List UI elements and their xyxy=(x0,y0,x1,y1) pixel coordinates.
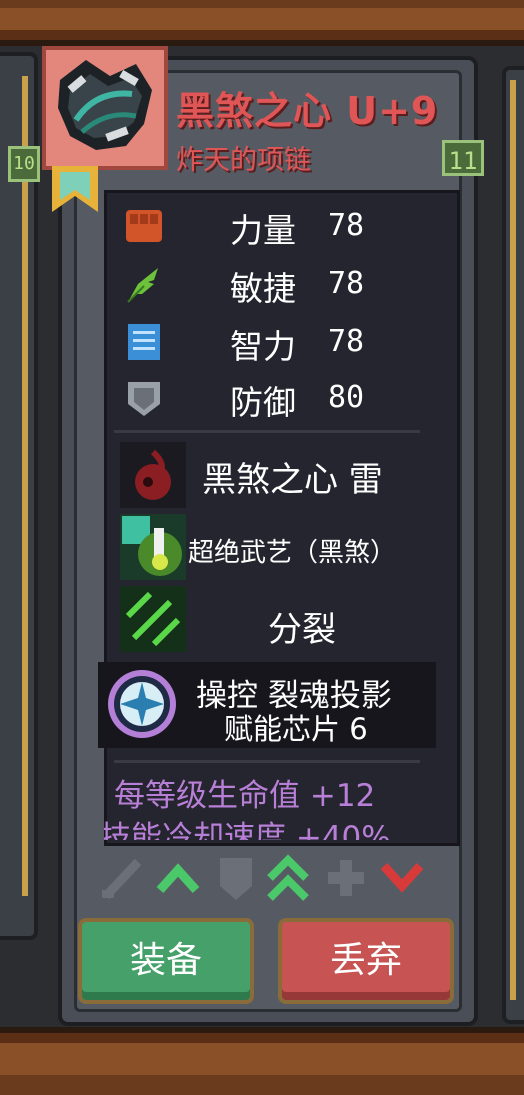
defense-shield-icon xyxy=(128,382,160,416)
divider-stats xyxy=(114,430,420,433)
intelligence-book-icon xyxy=(128,324,160,360)
stat-label-defense: 防御 xyxy=(230,383,296,422)
item-subtitle: 炸天的项链 xyxy=(176,145,311,176)
stat-row-strength: 力量 78 xyxy=(120,202,440,252)
weapon-sword-icon xyxy=(102,858,142,900)
agility-feather-icon xyxy=(127,268,158,303)
bonus-list[interactable]: 每等级生命值 +12 技能冷却速度 +40% xyxy=(104,766,454,840)
bonus-hp-per-level: 每等级生命值 +12 xyxy=(114,778,376,814)
wood-frame-top xyxy=(0,0,524,46)
stat-label-agility: 敏捷 xyxy=(230,269,296,308)
stat-label-strength: 力量 xyxy=(230,211,296,250)
right-adjacent-card[interactable] xyxy=(502,66,524,1024)
item-icon-frame xyxy=(42,46,168,170)
plus-icon xyxy=(328,860,364,896)
skill-row-martial-art[interactable]: 超绝武艺（黑煞） xyxy=(120,514,450,588)
left-card-level-badge: 10 xyxy=(8,146,40,182)
comparison-row xyxy=(96,852,436,908)
skill-label-dark-heart: 黑煞之心 雷 xyxy=(202,460,383,500)
skill-label-martial-art: 超绝武艺（黑煞） xyxy=(188,538,397,568)
stat-value-intelligence: 78 xyxy=(328,324,365,359)
stat-label-intelligence: 智力 xyxy=(230,327,296,366)
dark-heart-icon xyxy=(120,442,186,508)
item-title: 黑煞之心 U+9 xyxy=(176,89,439,133)
item-level-badge: 11 xyxy=(442,140,484,176)
discard-button[interactable]: 丢弃 xyxy=(278,918,454,1004)
left-card-border xyxy=(22,76,28,896)
bookmark-ribbon-icon xyxy=(52,166,98,212)
stat-row-agility: 敏捷 78 xyxy=(120,260,440,310)
right-card-border xyxy=(510,80,516,1000)
split-arrows-icon xyxy=(120,586,186,652)
energy-chip-box[interactable]: 操控 裂魂投影 赋能芯片 6 xyxy=(98,662,436,748)
stat-value-agility: 78 xyxy=(328,266,365,301)
stat-value-strength: 78 xyxy=(328,208,365,243)
wood-frame-bottom xyxy=(0,1027,524,1095)
left-adjacent-card[interactable]: 10 xyxy=(0,52,40,940)
stat-row-defense: 防御 80 xyxy=(120,374,440,424)
chip-line-2: 赋能芯片 6 xyxy=(224,712,368,746)
energy-chip-icon xyxy=(108,670,176,738)
skill-row-dark-heart[interactable]: 黑煞之心 雷 xyxy=(120,442,450,516)
stat-row-intelligence: 智力 78 xyxy=(120,318,440,368)
arrow-down-icon xyxy=(380,862,424,893)
strength-fist-icon xyxy=(126,210,162,242)
skill-label-split: 分裂 xyxy=(268,610,336,650)
dark-necklace-icon xyxy=(54,58,156,158)
double-arrow-up-icon xyxy=(267,854,309,901)
martial-art-icon xyxy=(120,514,186,580)
stat-value-defense: 80 xyxy=(328,380,365,415)
equip-button[interactable]: 装备 xyxy=(78,918,254,1004)
skill-row-split[interactable]: 分裂 xyxy=(120,586,450,660)
armor-shield-icon xyxy=(220,858,252,900)
bonus-skill-cooldown: 技能冷却速度 +40% xyxy=(104,820,391,840)
divider-bonus xyxy=(114,760,420,763)
arrow-up-icon xyxy=(156,863,200,894)
